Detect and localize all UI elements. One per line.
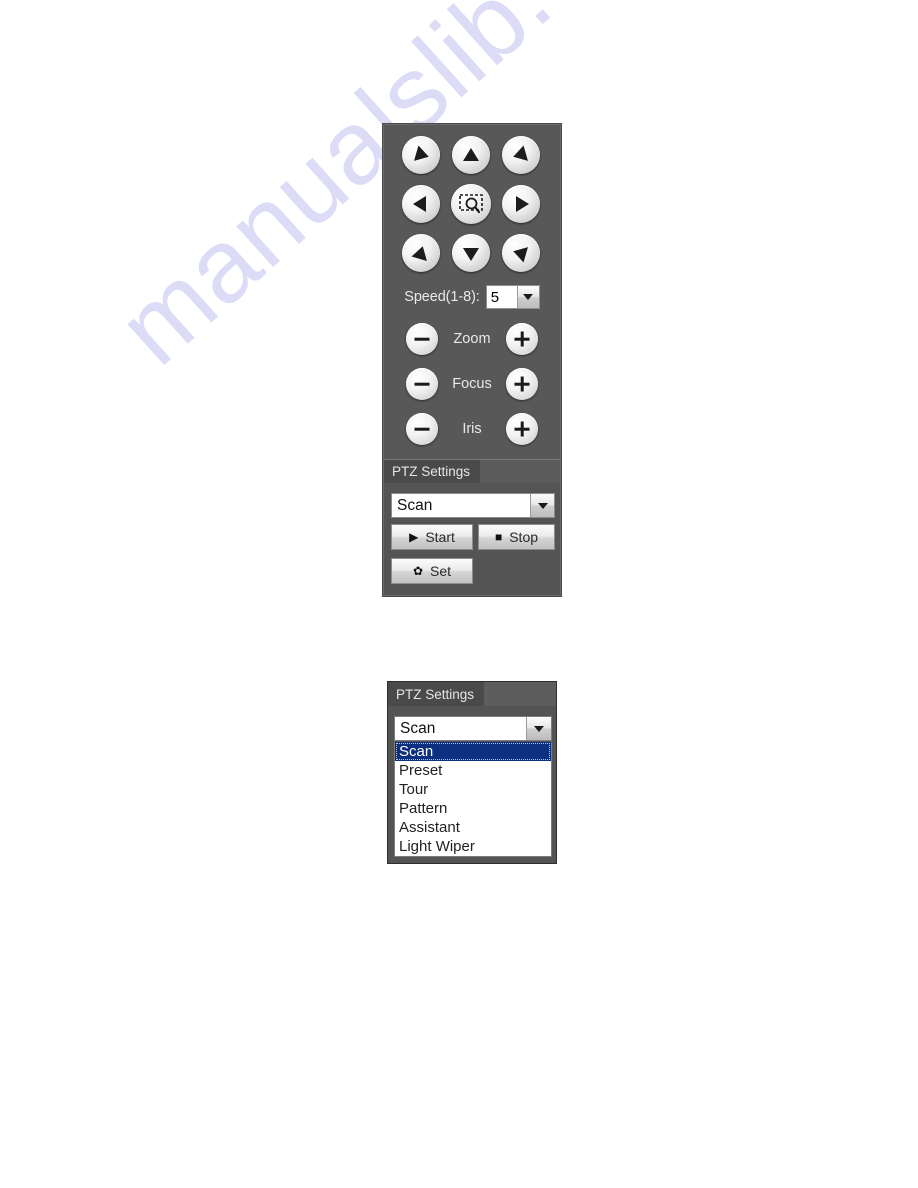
start-button-label: Start	[425, 529, 455, 545]
focus-plus-button[interactable]	[506, 368, 538, 400]
iris-adjust-row: Iris	[384, 413, 560, 445]
ptz-speed-row: Speed(1-8): 5	[384, 285, 560, 309]
ptz-button-right[interactable]	[502, 185, 540, 223]
ptz-mode-dropdown-button[interactable]	[530, 494, 554, 517]
start-button[interactable]: ▶ Start	[391, 524, 473, 550]
list-item[interactable]: Assistant	[395, 818, 551, 837]
ptz-settings-open-header: PTZ Settings	[388, 682, 556, 706]
ptz-button-up[interactable]	[452, 136, 490, 174]
ptz-mode-value: Scan	[397, 496, 433, 514]
ptz-button-up-right[interactable]	[502, 136, 540, 174]
triangle-left-icon	[511, 145, 528, 165]
ptz-mode-select-open[interactable]: Scan	[394, 716, 552, 741]
ptz-button-down[interactable]	[452, 234, 490, 272]
ptz-settings-open-header-filler	[484, 682, 556, 706]
ptz-mode-open-dropdown-button[interactable]	[526, 717, 551, 740]
speed-value: 5	[486, 286, 517, 308]
set-button[interactable]: ✿ Set	[391, 558, 473, 584]
ptz-control-panel: Speed(1-8): 5 Zoom Focus Iris PTZ Settin…	[383, 124, 561, 596]
ptz-settings-open-title: PTZ Settings	[396, 686, 475, 702]
chevron-down-icon	[537, 502, 548, 509]
zoom-label: Zoom	[453, 331, 491, 347]
focus-adjust-row: Focus	[384, 368, 560, 400]
zoom-plus-button[interactable]	[505, 323, 538, 355]
triangle-up-icon	[411, 243, 431, 261]
list-item[interactable]: Preset	[395, 761, 551, 780]
list-item[interactable]: Scan	[395, 742, 551, 761]
list-item[interactable]: Pattern	[395, 799, 551, 818]
ptz-set-button-row: ✿ Set	[391, 558, 473, 584]
iris-label: Iris	[462, 421, 482, 437]
ptz-button-down-left[interactable]	[402, 234, 440, 272]
zoom-box-icon	[459, 194, 483, 214]
ptz-settings-open-header-tab: PTZ Settings	[388, 682, 485, 706]
focus-label: Focus	[452, 376, 492, 392]
ptz-settings-dropdown-panel: PTZ Settings Scan Scan Preset Tour Patte…	[387, 681, 557, 864]
list-item[interactable]: Light Wiper	[395, 837, 551, 856]
speed-dropdown-button[interactable]	[516, 286, 539, 308]
focus-minus-button[interactable]	[406, 368, 438, 400]
ptz-button-area-zoom[interactable]	[451, 184, 491, 224]
triangle-left-icon	[511, 243, 528, 263]
triangle-right-icon	[414, 145, 431, 165]
ptz-dpad-area: Speed(1-8): 5 Zoom Focus Iris	[384, 125, 560, 460]
play-icon: ▶	[409, 530, 419, 544]
ptz-settings-header-tab: PTZ Settings	[384, 460, 481, 483]
zoom-minus-button[interactable]	[406, 323, 438, 355]
ptz-settings-section: PTZ Settings Scan ▶ Start ■ Stop ✿ Set	[384, 459, 560, 595]
list-item[interactable]: Tour	[395, 780, 551, 799]
ptz-mode-select[interactable]: Scan	[391, 493, 555, 518]
speed-label: Speed(1-8):	[404, 289, 480, 305]
zoom-adjust-row: Zoom	[384, 323, 560, 355]
stop-square-icon: ■	[494, 530, 503, 544]
stop-button-label: Stop	[509, 529, 539, 545]
triangle-down-icon	[463, 247, 479, 261]
ptz-settings-header: PTZ Settings	[384, 460, 560, 483]
speed-select[interactable]: 5	[485, 285, 540, 309]
ptz-button-up-left[interactable]	[402, 136, 440, 174]
stop-button[interactable]: ■ Stop	[478, 524, 555, 550]
ptz-settings-header-filler	[480, 460, 560, 483]
triangle-left-icon	[413, 196, 426, 212]
ptz-mode-open-value: Scan	[400, 719, 436, 737]
triangle-right-icon	[516, 196, 529, 212]
gear-icon: ✿	[412, 564, 424, 578]
ptz-button-left[interactable]	[402, 185, 440, 223]
triangle-up-icon	[463, 147, 479, 161]
ptz-mode-option-list[interactable]: Scan Preset Tour Pattern Assistant Light…	[394, 742, 552, 857]
iris-plus-button[interactable]	[506, 413, 538, 445]
ptz-settings-title: PTZ Settings	[392, 464, 471, 479]
chevron-down-icon	[534, 725, 544, 732]
chevron-down-icon	[523, 294, 534, 300]
set-button-label: Set	[430, 563, 452, 579]
ptz-action-buttons: ▶ Start ■ Stop	[391, 524, 555, 550]
iris-minus-button[interactable]	[406, 413, 438, 445]
ptz-button-down-right[interactable]	[502, 234, 540, 272]
